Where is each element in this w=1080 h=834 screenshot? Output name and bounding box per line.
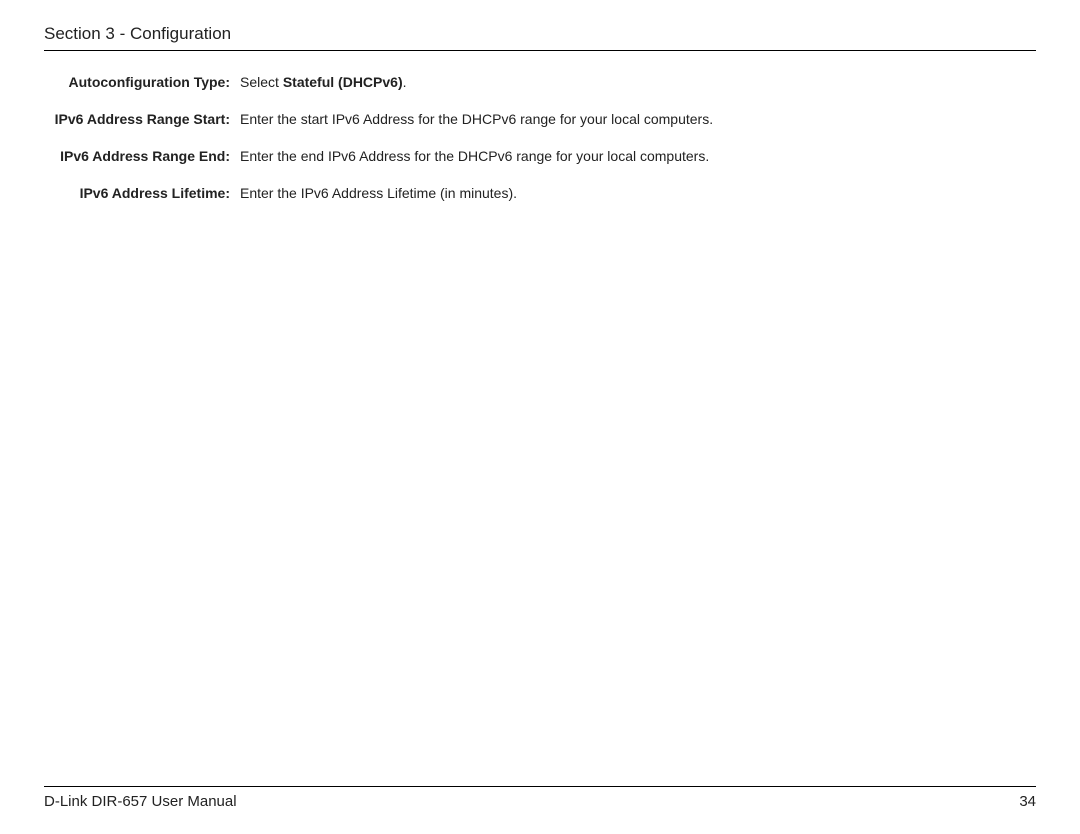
definition-label: IPv6 Address Range Start: — [44, 110, 234, 129]
definition-value-lead: Enter the start IPv6 Address for the DHC… — [240, 111, 713, 127]
definition-list: Autoconfiguration Type: Select Stateful … — [44, 73, 1036, 203]
section-title: Section 3 - Configuration — [44, 24, 1036, 51]
definition-label: IPv6 Address Lifetime: — [44, 184, 234, 203]
definition-value-lead: Select — [240, 74, 283, 90]
definition-value: Select Stateful (DHCPv6). — [234, 73, 407, 92]
definition-row: IPv6 Address Range End: Enter the end IP… — [44, 147, 1036, 166]
definition-value: Enter the start IPv6 Address for the DHC… — [234, 110, 713, 129]
footer-rule — [44, 786, 1036, 787]
definition-label: IPv6 Address Range End: — [44, 147, 234, 166]
definition-row: IPv6 Address Range Start: Enter the star… — [44, 110, 1036, 129]
manual-title: D-Link DIR-657 User Manual — [44, 793, 237, 810]
definition-value-strong: Stateful (DHCPv6) — [283, 74, 403, 90]
definition-value-lead: Enter the IPv6 Address Lifetime (in minu… — [240, 185, 517, 201]
footer-line: D-Link DIR-657 User Manual 34 — [44, 793, 1036, 810]
definition-row: Autoconfiguration Type: Select Stateful … — [44, 73, 1036, 92]
definition-label: Autoconfiguration Type: — [44, 73, 234, 92]
definition-row: IPv6 Address Lifetime: Enter the IPv6 Ad… — [44, 184, 1036, 203]
definition-value: Enter the IPv6 Address Lifetime (in minu… — [234, 184, 517, 203]
definition-value-lead: Enter the end IPv6 Address for the DHCPv… — [240, 148, 709, 164]
definition-value: Enter the end IPv6 Address for the DHCPv… — [234, 147, 709, 166]
definition-value-tail: . — [403, 74, 407, 90]
page-footer: D-Link DIR-657 User Manual 34 — [44, 786, 1036, 810]
document-page: Section 3 - Configuration Autoconfigurat… — [0, 0, 1080, 834]
page-number: 34 — [1019, 793, 1036, 810]
